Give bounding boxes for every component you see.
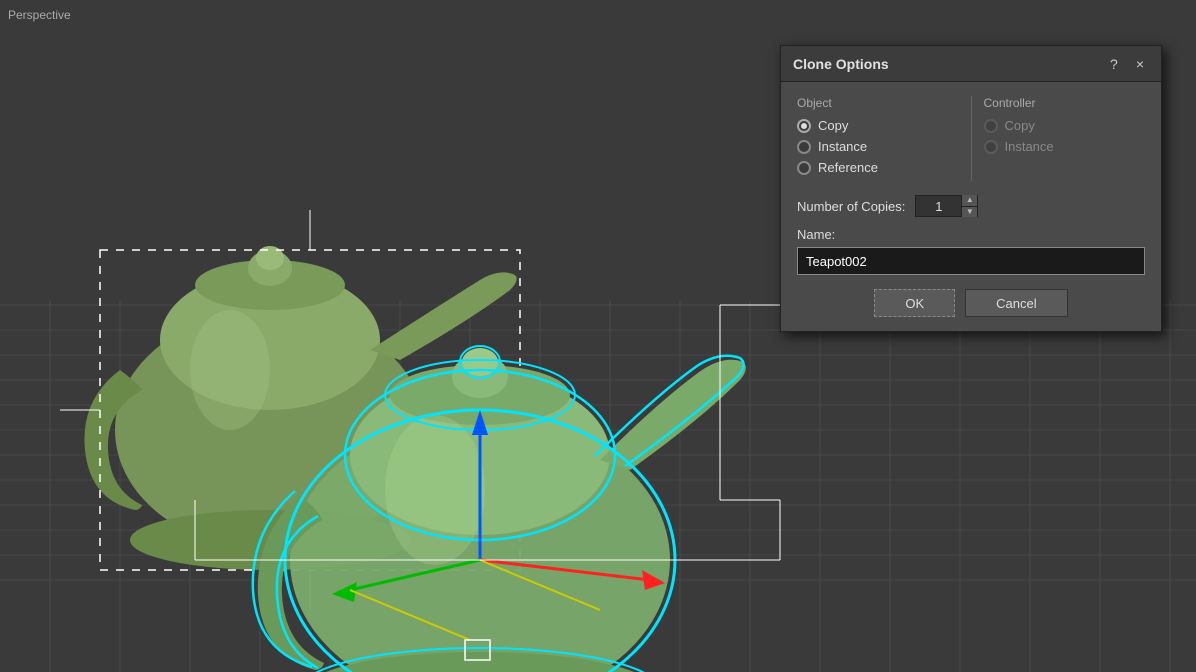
object-copy-option[interactable]: Copy (797, 118, 959, 133)
object-reference-label: Reference (818, 160, 878, 175)
object-instance-radio[interactable] (797, 140, 811, 154)
dialog-titlebar: Clone Options ? × (781, 46, 1161, 82)
ok-button[interactable]: OK (874, 289, 955, 317)
options-separator (971, 96, 972, 181)
dialog-buttons: OK Cancel (797, 289, 1145, 317)
number-of-copies-spinner[interactable]: ▲ ▼ (915, 195, 978, 217)
object-instance-option[interactable]: Instance (797, 139, 959, 154)
object-reference-option[interactable]: Reference (797, 160, 959, 175)
controller-copy-label: Copy (1005, 118, 1035, 133)
dialog-content: Object Copy Instance Reference (781, 82, 1161, 331)
controller-group: Controller Copy Instance (984, 96, 1146, 181)
dialog-title: Clone Options (793, 56, 889, 72)
cancel-button[interactable]: Cancel (965, 289, 1067, 317)
spinner-buttons: ▲ ▼ (961, 195, 977, 217)
controller-group-label: Controller (984, 96, 1146, 110)
controller-instance-option[interactable]: Instance (984, 139, 1146, 154)
name-label: Name: (797, 227, 1145, 242)
clone-options-dialog: Clone Options ? × Object Copy Instance (780, 45, 1162, 332)
name-row: Name: (797, 227, 1145, 275)
options-row: Object Copy Instance Reference (797, 96, 1145, 181)
controller-copy-option[interactable]: Copy (984, 118, 1146, 133)
object-copy-radio[interactable] (797, 119, 811, 133)
help-button[interactable]: ? (1105, 55, 1123, 73)
object-instance-label: Instance (818, 139, 867, 154)
titlebar-buttons: ? × (1105, 55, 1149, 73)
controller-instance-label: Instance (1005, 139, 1054, 154)
controller-instance-radio[interactable] (984, 140, 998, 154)
viewport-label: Perspective (8, 8, 71, 22)
close-button[interactable]: × (1131, 55, 1149, 73)
object-group: Object Copy Instance Reference (797, 96, 959, 181)
number-of-copies-label: Number of Copies: (797, 199, 905, 214)
number-of-copies-row: Number of Copies: ▲ ▼ (797, 195, 1145, 217)
object-copy-label: Copy (818, 118, 848, 133)
controller-copy-radio[interactable] (984, 119, 998, 133)
object-group-label: Object (797, 96, 959, 110)
number-of-copies-input[interactable] (916, 196, 961, 216)
spinner-down-button[interactable]: ▼ (962, 206, 977, 218)
spinner-up-button[interactable]: ▲ (962, 195, 977, 206)
object-reference-radio[interactable] (797, 161, 811, 175)
name-input[interactable] (797, 247, 1145, 275)
